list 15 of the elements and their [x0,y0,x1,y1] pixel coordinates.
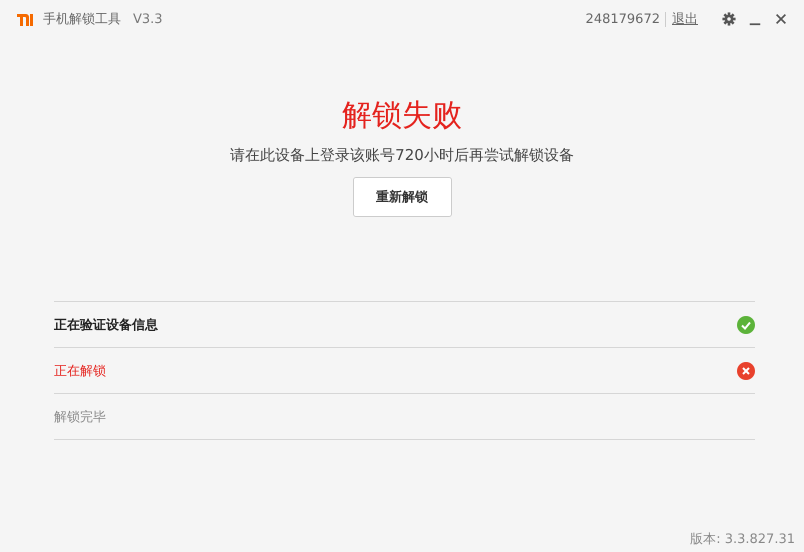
settings-icon[interactable] [722,12,736,26]
result-title: 解锁失败 [342,97,462,135]
logout-link[interactable]: 退出 [672,10,698,28]
error-icon [737,362,755,380]
build-version: 版本: 3.3.827.31 [690,532,795,547]
account-id: 248179672 [586,12,666,26]
check-icon [737,316,755,334]
close-icon[interactable] [774,12,788,26]
app-version: V3.3 [133,12,163,26]
app-name: 手机解锁工具 [43,11,121,28]
retry-button[interactable]: 重新解锁 [352,177,452,217]
step-label: 正在解锁 [54,362,106,380]
step-label: 正在验证设备信息 [54,316,158,334]
step-label: 解锁完毕 [54,408,106,426]
result-message: 请在此设备上登录该账号720小时后再尝试解锁设备 [230,146,574,165]
